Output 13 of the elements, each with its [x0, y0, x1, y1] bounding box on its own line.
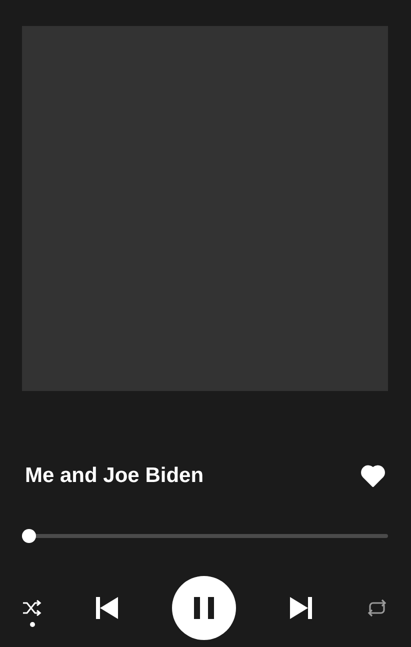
- repeat-icon: [366, 599, 388, 617]
- shuffle-button[interactable]: [22, 600, 42, 627]
- repeat-button[interactable]: [366, 599, 388, 617]
- skip-forward-icon: [289, 596, 313, 620]
- progress-thumb[interactable]: [22, 529, 36, 543]
- skip-back-icon: [95, 596, 119, 620]
- previous-button[interactable]: [95, 596, 119, 620]
- track-title: Me and Joe Biden: [25, 464, 204, 488]
- pause-icon: [193, 596, 215, 620]
- shuffle-icon: [22, 600, 42, 616]
- next-button[interactable]: [289, 596, 313, 620]
- heart-icon: [361, 465, 385, 487]
- like-button[interactable]: [361, 465, 385, 487]
